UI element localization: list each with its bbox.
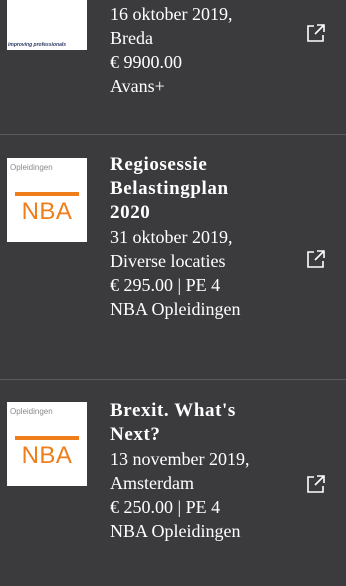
course-date: 31 oktober 2019,: [110, 227, 233, 247]
nba-thumbnail: Opleidingen NBA: [7, 158, 87, 242]
course-price: € 9900.00: [110, 52, 182, 72]
list-item[interactable]: improving professionals 16 oktober 2019,…: [0, 0, 346, 134]
nba-logo-text: NBA: [21, 442, 73, 469]
course-list: improving professionals 16 oktober 2019,…: [0, 0, 346, 586]
external-link-icon[interactable]: [305, 248, 327, 270]
course-location: Diverse locaties: [110, 251, 226, 271]
course-location: Amsterdam: [110, 473, 194, 493]
course-provider: NBA Opleidingen: [110, 521, 241, 541]
thumbnail-caption: Opleidingen: [10, 407, 53, 416]
avans-thumbnail: improving professionals: [7, 0, 87, 50]
nba-logo-text: NBA: [21, 198, 73, 225]
thumbnail-tagline: improving professionals: [8, 42, 67, 48]
list-item[interactable]: Opleidingen NBA Regiosessie Belastingpla…: [0, 135, 346, 379]
course-date: 13 november 2019,: [110, 449, 250, 469]
nba-logo-bar: [15, 192, 79, 196]
nba-logo-bar: [15, 436, 79, 440]
thumbnail-caption: Opleidingen: [10, 163, 53, 172]
course-title-line[interactable]: 2020: [110, 201, 290, 225]
course-title-line[interactable]: Next?: [110, 423, 290, 447]
list-item[interactable]: Opleidingen NBA Brexit. What's Next? 13 …: [0, 380, 346, 586]
course-title-line[interactable]: Belastingplan: [110, 177, 290, 201]
course-provider: NBA Opleidingen: [110, 299, 241, 319]
course-price: € 250.00 | PE 4: [110, 497, 221, 517]
course-title-line[interactable]: Brexit. What's: [110, 399, 290, 423]
course-title-line[interactable]: Regiosessie: [110, 153, 290, 177]
course-provider: Avans+: [110, 76, 165, 96]
course-price: € 295.00 | PE 4: [110, 275, 221, 295]
external-link-icon[interactable]: [305, 22, 327, 44]
external-link-icon[interactable]: [305, 473, 327, 495]
nba-thumbnail: Opleidingen NBA: [7, 402, 87, 486]
course-location: Breda: [110, 28, 153, 48]
course-date: 16 oktober 2019,: [110, 4, 233, 24]
